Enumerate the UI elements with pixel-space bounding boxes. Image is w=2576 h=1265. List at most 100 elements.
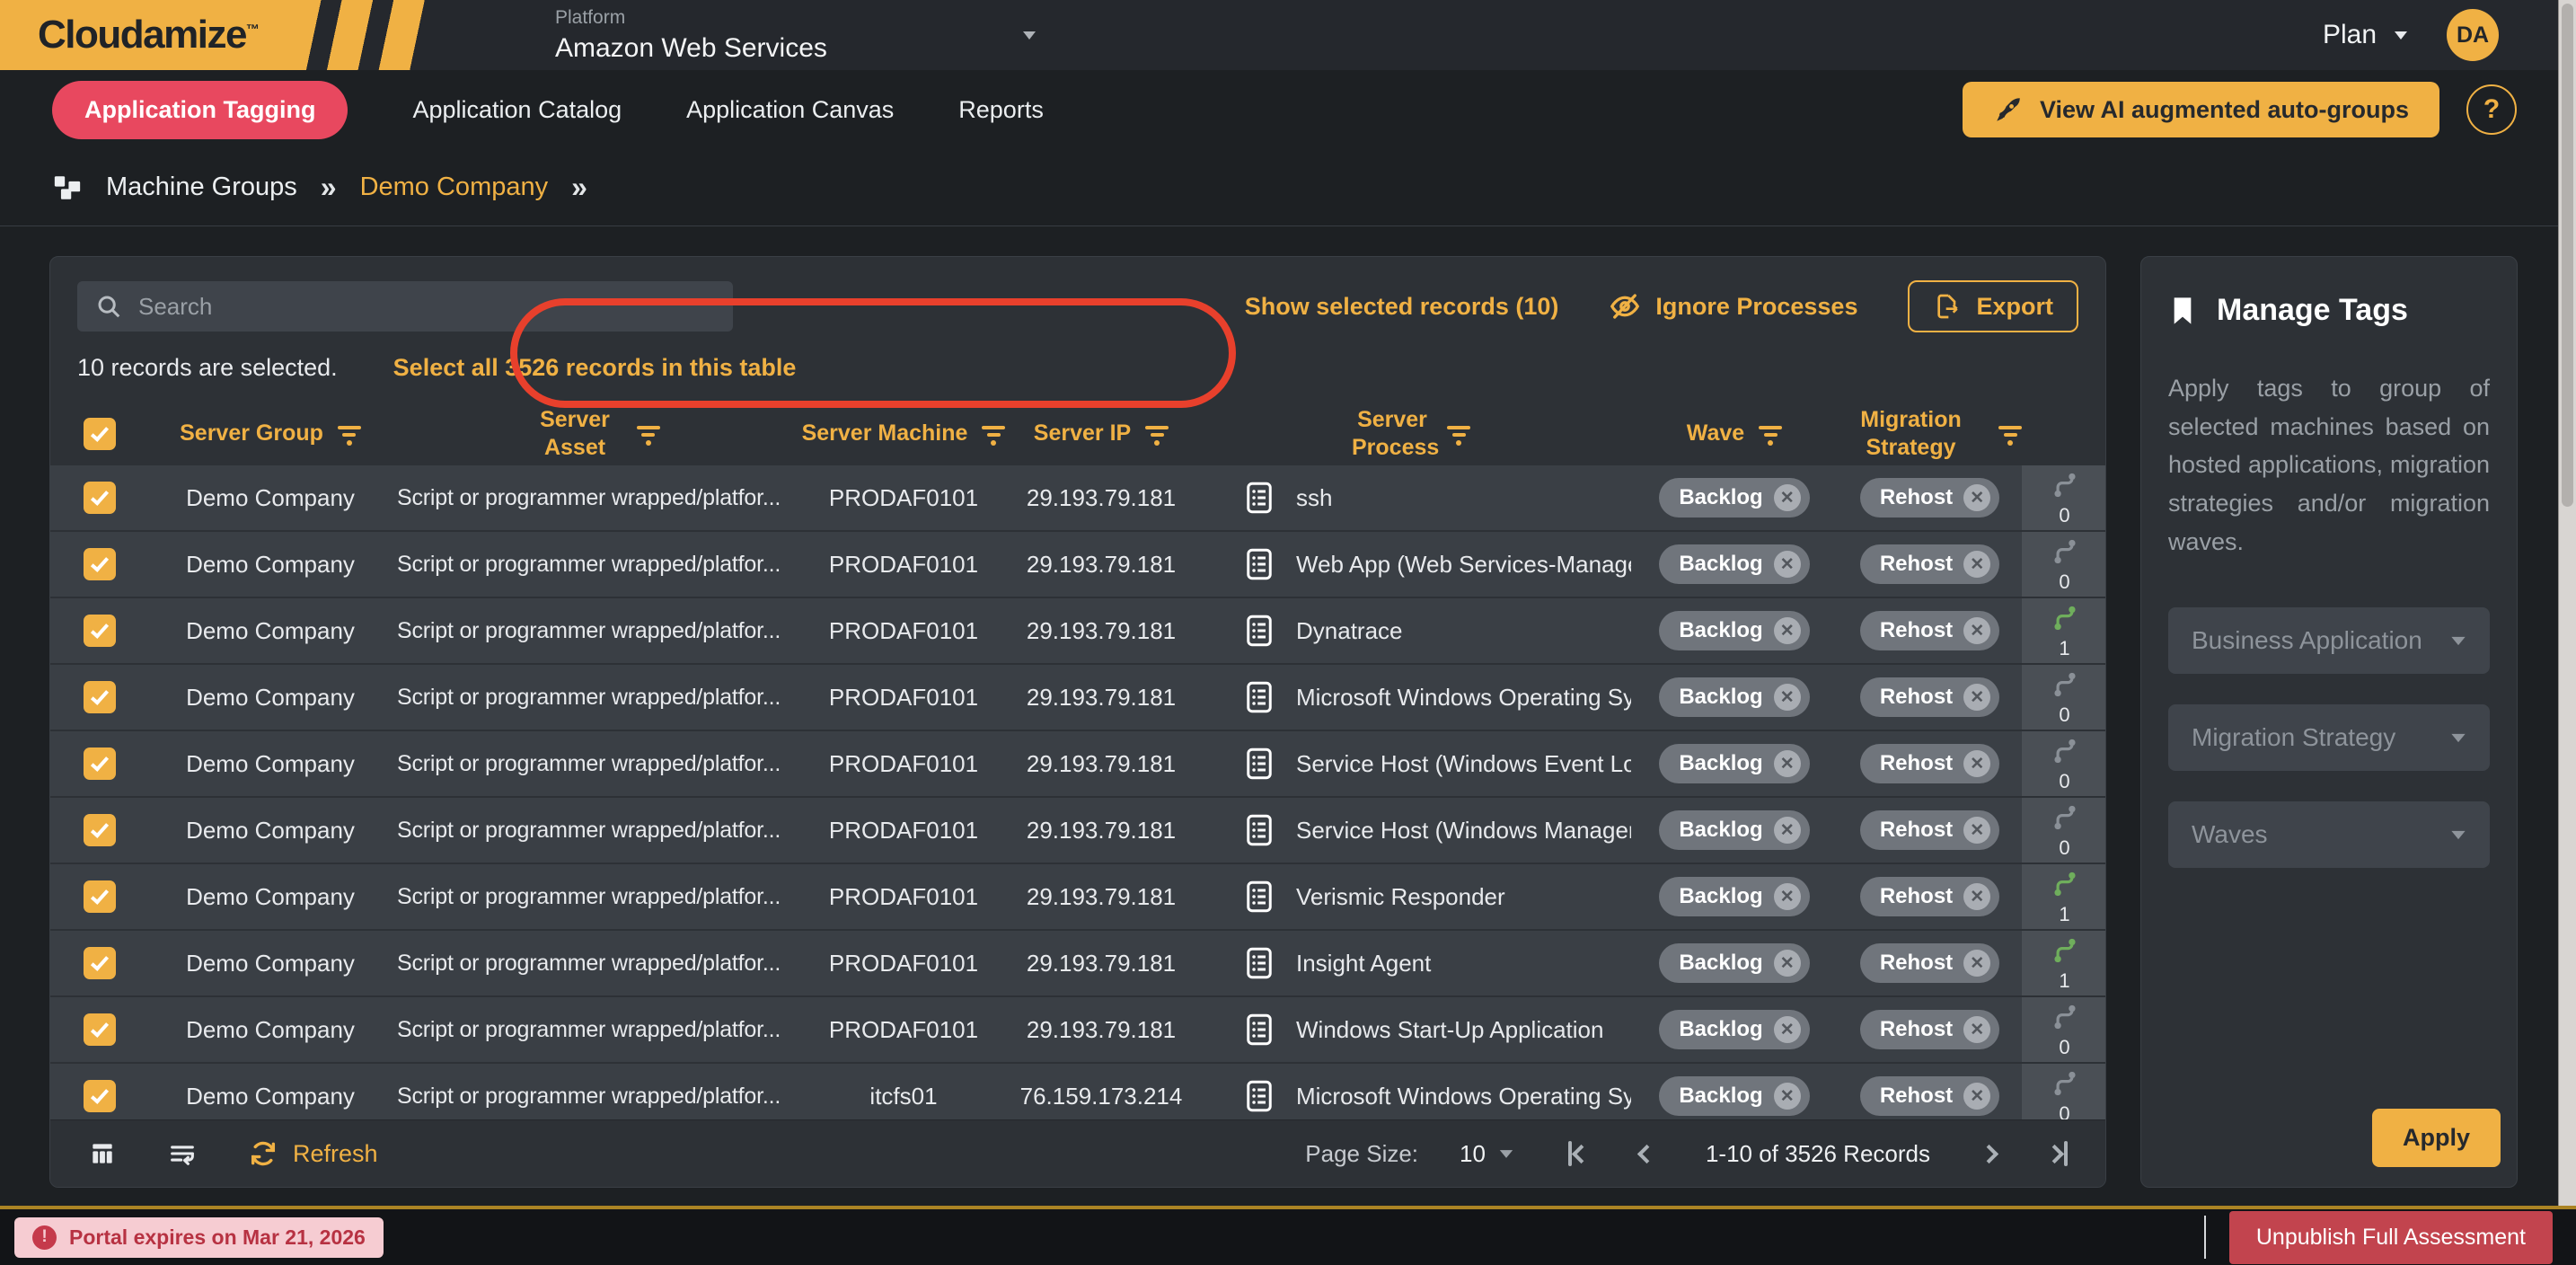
platform-selector[interactable]: Platform Amazon Web Services [555, 7, 1036, 64]
scrollbar-thumb[interactable] [2562, 4, 2573, 507]
wave-chip[interactable]: Backlog✕ [1659, 744, 1809, 783]
tab-reports[interactable]: Reports [958, 96, 1044, 124]
tab-application-tagging[interactable]: Application Tagging [52, 81, 348, 139]
strategy-chip[interactable]: Rehost✕ [1860, 1076, 1999, 1116]
wave-chip[interactable]: Backlog✕ [1659, 1076, 1809, 1116]
wave-chip[interactable]: Backlog✕ [1659, 943, 1809, 983]
filter-icon[interactable] [1759, 422, 1782, 446]
remove-strategy-icon[interactable]: ✕ [1963, 684, 1990, 711]
remove-wave-icon[interactable]: ✕ [1774, 950, 1801, 977]
cell-connections[interactable]: 0 [2022, 665, 2106, 730]
wrap-text-icon[interactable] [167, 1138, 198, 1169]
strategy-chip[interactable]: Rehost✕ [1860, 611, 1999, 650]
previous-page-button[interactable] [1640, 1147, 1654, 1161]
tab-application-catalog[interactable]: Application Catalog [412, 96, 622, 124]
avatar[interactable]: DA [2447, 9, 2499, 61]
filter-icon[interactable] [982, 422, 1005, 446]
strategy-chip[interactable]: Rehost✕ [1860, 677, 1999, 717]
remove-wave-icon[interactable]: ✕ [1774, 817, 1801, 844]
remove-wave-icon[interactable]: ✕ [1774, 1016, 1801, 1043]
remove-strategy-icon[interactable]: ✕ [1963, 1016, 1990, 1043]
row-checkbox[interactable] [84, 548, 116, 580]
apply-button[interactable]: Apply [2372, 1109, 2501, 1167]
cell-connections[interactable]: 1 [2022, 598, 2106, 663]
search-input[interactable] [138, 293, 715, 321]
remove-strategy-icon[interactable]: ✕ [1963, 950, 1990, 977]
ignore-processes-button[interactable]: Ignore Processes [1609, 290, 1857, 323]
filter-icon[interactable] [1447, 422, 1470, 446]
remove-strategy-icon[interactable]: ✕ [1963, 883, 1990, 910]
row-checkbox[interactable] [84, 748, 116, 780]
remove-strategy-icon[interactable]: ✕ [1963, 1083, 1990, 1110]
column-header-server-asset[interactable]: Server Asset [392, 406, 796, 463]
plan-menu[interactable]: Plan [2323, 20, 2407, 50]
row-checkbox[interactable] [84, 615, 116, 647]
cell-connections[interactable]: 0 [2022, 731, 2106, 796]
filter-icon[interactable] [1998, 422, 2022, 446]
wave-chip[interactable]: Backlog✕ [1659, 611, 1809, 650]
strategy-chip[interactable]: Rehost✕ [1860, 744, 1999, 783]
window-scrollbar[interactable] [2558, 0, 2576, 1206]
unpublish-full-assessment-button[interactable]: Unpublish Full Assessment [2229, 1211, 2553, 1264]
select-waves[interactable]: Waves [2168, 801, 2490, 868]
view-ai-auto-groups-button[interactable]: View AI augmented auto-groups [1963, 82, 2439, 137]
row-checkbox[interactable] [84, 814, 116, 846]
column-header-server-ip[interactable]: Server IP [1011, 420, 1191, 447]
filter-icon[interactable] [637, 422, 660, 446]
help-button[interactable]: ? [2466, 84, 2517, 135]
remove-strategy-icon[interactable]: ✕ [1963, 817, 1990, 844]
column-header-migration-strategy[interactable]: Migration Strategy [1838, 406, 2022, 463]
tab-application-canvas[interactable]: Application Canvas [686, 96, 894, 124]
strategy-chip[interactable]: Rehost✕ [1860, 810, 1999, 850]
remove-wave-icon[interactable]: ✕ [1774, 551, 1801, 578]
column-header-server-machine[interactable]: Server Machine [796, 420, 1011, 447]
remove-wave-icon[interactable]: ✕ [1774, 883, 1801, 910]
last-page-button[interactable] [2048, 1141, 2068, 1166]
wave-chip[interactable]: Backlog✕ [1659, 1010, 1809, 1049]
cell-connections[interactable]: 0 [2022, 532, 2106, 597]
select-all-records-link[interactable]: Select all 3526 records in this table [393, 354, 797, 382]
wave-chip[interactable]: Backlog✕ [1659, 810, 1809, 850]
select-business-application[interactable]: Business Application [2168, 607, 2490, 674]
column-header-server-process[interactable]: Server Process [1191, 406, 1631, 463]
row-checkbox[interactable] [84, 482, 116, 514]
export-button[interactable]: Export [1908, 280, 2078, 332]
remove-strategy-icon[interactable]: ✕ [1963, 551, 1990, 578]
remove-wave-icon[interactable]: ✕ [1774, 1083, 1801, 1110]
row-checkbox[interactable] [84, 947, 116, 979]
strategy-chip[interactable]: Rehost✕ [1860, 1010, 1999, 1049]
filter-icon[interactable] [1145, 422, 1169, 446]
remove-wave-icon[interactable]: ✕ [1774, 750, 1801, 777]
cell-connections[interactable]: 1 [2022, 931, 2106, 995]
cell-connections[interactable]: 0 [2022, 465, 2106, 530]
refresh-button[interactable]: Refresh [248, 1138, 378, 1169]
strategy-chip[interactable]: Rehost✕ [1860, 877, 1999, 916]
cell-connections[interactable]: 1 [2022, 864, 2106, 929]
row-checkbox[interactable] [84, 1080, 116, 1112]
remove-strategy-icon[interactable]: ✕ [1963, 617, 1990, 644]
strategy-chip[interactable]: Rehost✕ [1860, 478, 1999, 518]
cell-connections[interactable]: 0 [2022, 798, 2106, 862]
first-page-button[interactable] [1568, 1141, 1588, 1166]
columns-icon[interactable] [88, 1139, 117, 1168]
page-size-select[interactable]: 10 [1460, 1140, 1514, 1168]
next-page-button[interactable] [1982, 1147, 1996, 1161]
breadcrumb-demo-company[interactable]: Demo Company [360, 172, 549, 202]
breadcrumb-machine-groups[interactable]: Machine Groups [106, 172, 297, 202]
cell-connections[interactable]: 0 [2022, 997, 2106, 1062]
row-checkbox[interactable] [84, 681, 116, 713]
wave-chip[interactable]: Backlog✕ [1659, 544, 1809, 584]
wave-chip[interactable]: Backlog✕ [1659, 677, 1809, 717]
row-checkbox[interactable] [84, 1013, 116, 1046]
search-box[interactable] [77, 281, 733, 332]
wave-chip[interactable]: Backlog✕ [1659, 478, 1809, 518]
select-migration-strategy[interactable]: Migration Strategy [2168, 704, 2490, 771]
select-all-page-checkbox[interactable] [84, 418, 116, 450]
remove-wave-icon[interactable]: ✕ [1774, 617, 1801, 644]
wave-chip[interactable]: Backlog✕ [1659, 877, 1809, 916]
remove-wave-icon[interactable]: ✕ [1774, 484, 1801, 511]
strategy-chip[interactable]: Rehost✕ [1860, 544, 1999, 584]
column-header-wave[interactable]: Wave [1631, 420, 1838, 447]
remove-strategy-icon[interactable]: ✕ [1963, 484, 1990, 511]
remove-strategy-icon[interactable]: ✕ [1963, 750, 1990, 777]
